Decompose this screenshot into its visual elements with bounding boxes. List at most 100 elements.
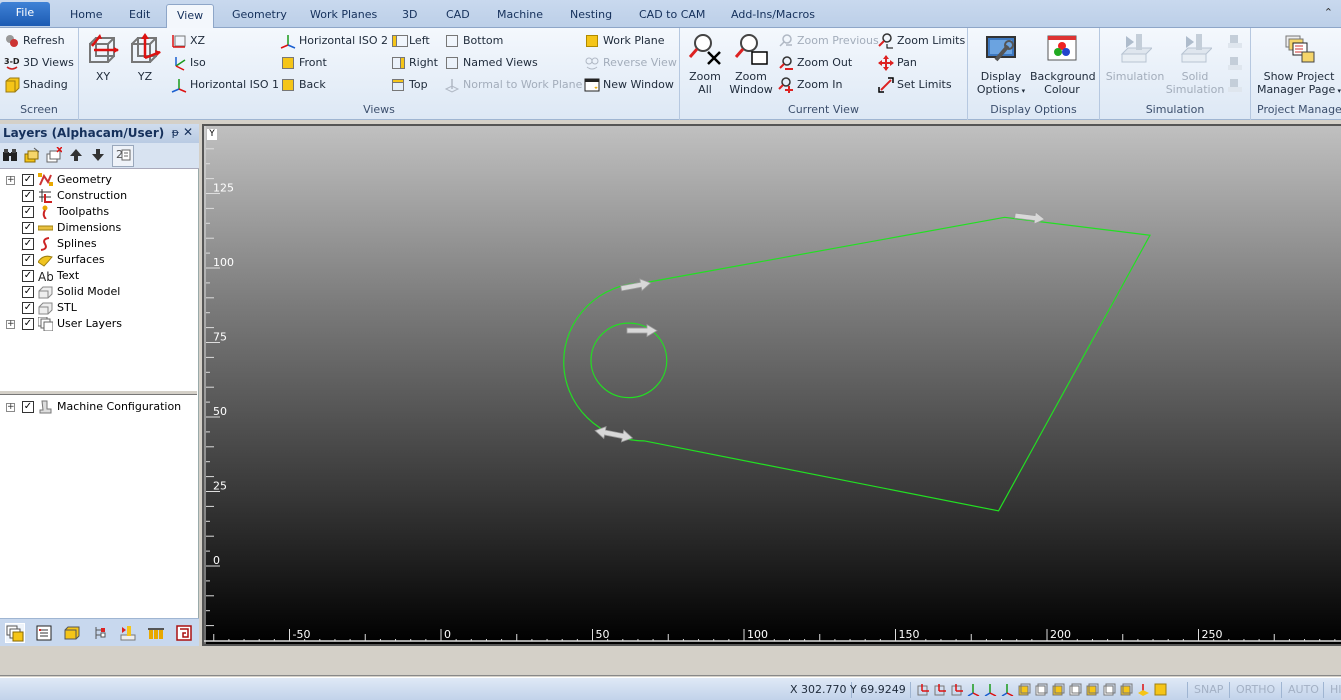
zoom-previous-button[interactable]: Zoom Previous bbox=[778, 31, 879, 51]
tab-geometry[interactable]: Geometry bbox=[222, 4, 297, 28]
status-back-view-icon[interactable] bbox=[1035, 683, 1048, 696]
layer-row-solid-model[interactable]: ✓ Solid Model bbox=[0, 284, 197, 300]
view-front-button[interactable]: Front bbox=[280, 53, 327, 73]
solids-page-icon[interactable] bbox=[64, 625, 80, 641]
view-xy-button[interactable]: XY bbox=[85, 32, 121, 83]
status-top-view-icon[interactable] bbox=[1086, 683, 1099, 696]
hi-toggle[interactable]: HI bbox=[1323, 682, 1341, 698]
layer-row-text[interactable]: ✓ Ab Text bbox=[0, 268, 197, 284]
view-top-button[interactable]: Top bbox=[390, 75, 428, 95]
tab-home[interactable]: Home bbox=[60, 4, 112, 28]
layer-visibility-checkbox[interactable]: ✓ bbox=[22, 302, 34, 314]
tab-add-ins-macros[interactable]: Add-Ins/Macros bbox=[721, 4, 825, 28]
status-xz-view-icon[interactable] bbox=[950, 683, 963, 696]
simulation-small-button-2[interactable] bbox=[1227, 53, 1246, 73]
refresh-button[interactable]: Refresh bbox=[4, 31, 65, 51]
layer-row-splines[interactable]: ✓ Splines bbox=[0, 236, 197, 252]
panel-splitter[interactable] bbox=[0, 390, 197, 395]
layer-visibility-checkbox[interactable]: ✓ bbox=[22, 286, 34, 298]
layer-row-toolpaths[interactable]: ✓ Toolpaths bbox=[0, 204, 197, 220]
tab-edit[interactable]: Edit bbox=[119, 4, 160, 28]
view-bottom-button[interactable]: Bottom bbox=[444, 31, 503, 51]
display-options-button[interactable]: Display Options ▾ bbox=[974, 32, 1028, 98]
drawing-viewport[interactable]: Y 0 25 50 75 100 125 -50 0 50 100 150 200 250 bbox=[202, 124, 1341, 646]
layer-row-geometry[interactable]: + ✓ Geometry bbox=[0, 172, 197, 188]
simulation-small-button-3[interactable] bbox=[1227, 75, 1246, 95]
normal-to-work-plane-button[interactable]: Normal to Work Plane bbox=[444, 75, 582, 95]
properties-page-icon[interactable] bbox=[36, 625, 52, 641]
layer-row-dimensions[interactable]: ✓ Dimensions bbox=[0, 220, 197, 236]
view-back-button[interactable]: Back bbox=[280, 75, 326, 95]
status-front-view-icon[interactable] bbox=[1018, 683, 1031, 696]
expand-icon[interactable]: + bbox=[6, 403, 15, 412]
background-colour-button[interactable]: Background Colour bbox=[1030, 32, 1096, 96]
work-plane-button[interactable]: Work Plane bbox=[584, 31, 665, 51]
reverse-view-button[interactable]: Reverse View bbox=[584, 53, 677, 73]
move-layer-up-icon[interactable] bbox=[67, 147, 85, 165]
status-work-plane-icon[interactable] bbox=[1154, 683, 1167, 696]
view-right-button[interactable]: Right bbox=[390, 53, 438, 73]
simulation-small-button-1[interactable] bbox=[1227, 31, 1246, 51]
ortho-toggle[interactable]: ORTHO bbox=[1229, 682, 1281, 698]
status-normal-to-plane-icon[interactable] bbox=[1137, 683, 1150, 696]
status-horizontal-iso-2-icon[interactable] bbox=[1001, 683, 1014, 697]
part-outline-geometry[interactable] bbox=[563, 216, 1151, 512]
status-xy-view-icon[interactable] bbox=[933, 683, 946, 696]
layer-row-construction[interactable]: ✓ Construction bbox=[0, 188, 197, 204]
move-layer-down-icon[interactable] bbox=[89, 147, 107, 165]
view-iso-button[interactable]: Iso bbox=[171, 53, 206, 73]
named-views-button[interactable]: Named Views bbox=[444, 53, 538, 73]
zoom-out-button[interactable]: Zoom Out bbox=[778, 53, 852, 73]
layer-visibility-checkbox[interactable]: ✓ bbox=[22, 174, 34, 186]
operations-tree-icon[interactable] bbox=[92, 625, 108, 641]
expand-icon[interactable]: + bbox=[6, 176, 15, 185]
layer-visibility-checkbox[interactable]: ✓ bbox=[22, 318, 34, 330]
layer-visibility-checkbox[interactable]: ✓ bbox=[22, 206, 34, 218]
layer-visibility-checkbox[interactable]: ✓ bbox=[22, 270, 34, 282]
layer-visibility-checkbox[interactable]: ✓ bbox=[22, 222, 34, 234]
status-left-view-icon[interactable] bbox=[1052, 683, 1065, 696]
zoom-all-button[interactable]: Zoom All bbox=[686, 32, 724, 96]
drawing-canvas[interactable]: 0 25 50 75 100 125 -50 0 50 100 150 200 250 bbox=[204, 126, 1341, 644]
auto-toggle[interactable]: AUTO bbox=[1281, 682, 1325, 698]
simulation-button[interactable]: Simulation bbox=[1104, 32, 1166, 83]
pan-button[interactable]: Pan bbox=[878, 53, 917, 73]
expand-icon[interactable]: + bbox=[6, 320, 15, 329]
set-limits-button[interactable]: Set Limits bbox=[878, 75, 952, 95]
tab-3d[interactable]: 3D bbox=[392, 4, 427, 28]
machining-page-icon[interactable] bbox=[120, 625, 136, 641]
layer-properties-icon[interactable]: 2 bbox=[112, 145, 134, 167]
status-right-view-icon[interactable] bbox=[1069, 683, 1082, 696]
view-horizontal-iso-1-button[interactable]: Horizontal ISO 1 bbox=[171, 75, 279, 95]
layer-visibility-checkbox[interactable]: ✓ bbox=[22, 238, 34, 250]
layer-visibility-checkbox[interactable]: ✓ bbox=[22, 254, 34, 266]
show-project-manager-page-button[interactable]: Show Project Manager Page ▾ bbox=[1255, 32, 1341, 98]
hole-circle-geometry[interactable] bbox=[590, 322, 668, 399]
new-layer-icon[interactable] bbox=[23, 147, 41, 165]
zoom-window-button[interactable]: Zoom Window bbox=[728, 32, 774, 96]
view-left-button[interactable]: Left bbox=[390, 31, 430, 51]
tab-view[interactable]: View bbox=[166, 4, 215, 29]
status-named-view-icon[interactable] bbox=[1120, 683, 1133, 696]
view-xz-button[interactable]: XZ bbox=[171, 31, 205, 51]
3d-views-button[interactable]: 3-D 3D Views bbox=[4, 53, 74, 73]
layer-visibility-checkbox[interactable]: ✓ bbox=[22, 190, 34, 202]
tab-file[interactable]: File bbox=[0, 2, 50, 26]
nesting-page-icon[interactable] bbox=[176, 625, 192, 641]
layer-visibility-checkbox[interactable]: ✓ bbox=[22, 401, 34, 413]
zoom-limits-button[interactable]: Zoom Limits bbox=[878, 31, 965, 51]
zoom-in-button[interactable]: Zoom In bbox=[778, 75, 842, 95]
tab-work-planes[interactable]: Work Planes bbox=[300, 4, 387, 28]
ribbon-collapse-icon[interactable]: ⌃ bbox=[1324, 6, 1333, 19]
layers-page-icon[interactable] bbox=[5, 623, 25, 643]
find-layer-binoculars-icon[interactable] bbox=[1, 147, 19, 165]
pin-icon[interactable]: ᵽ bbox=[172, 126, 179, 139]
view-yz-button[interactable]: YZ bbox=[127, 32, 163, 83]
tab-cad-to-cam[interactable]: CAD to CAM bbox=[629, 4, 715, 28]
tab-cad[interactable]: CAD bbox=[436, 4, 480, 28]
solid-simulation-button[interactable]: Solid Simulation bbox=[1164, 32, 1226, 96]
delete-layer-icon[interactable] bbox=[45, 146, 63, 165]
view-horizontal-iso-2-button[interactable]: Horizontal ISO 2 bbox=[280, 31, 388, 51]
layer-row-surfaces[interactable]: ✓ Surfaces bbox=[0, 252, 197, 268]
layer-row-machine-configuration[interactable]: + ✓ Machine Configuration bbox=[0, 399, 197, 415]
